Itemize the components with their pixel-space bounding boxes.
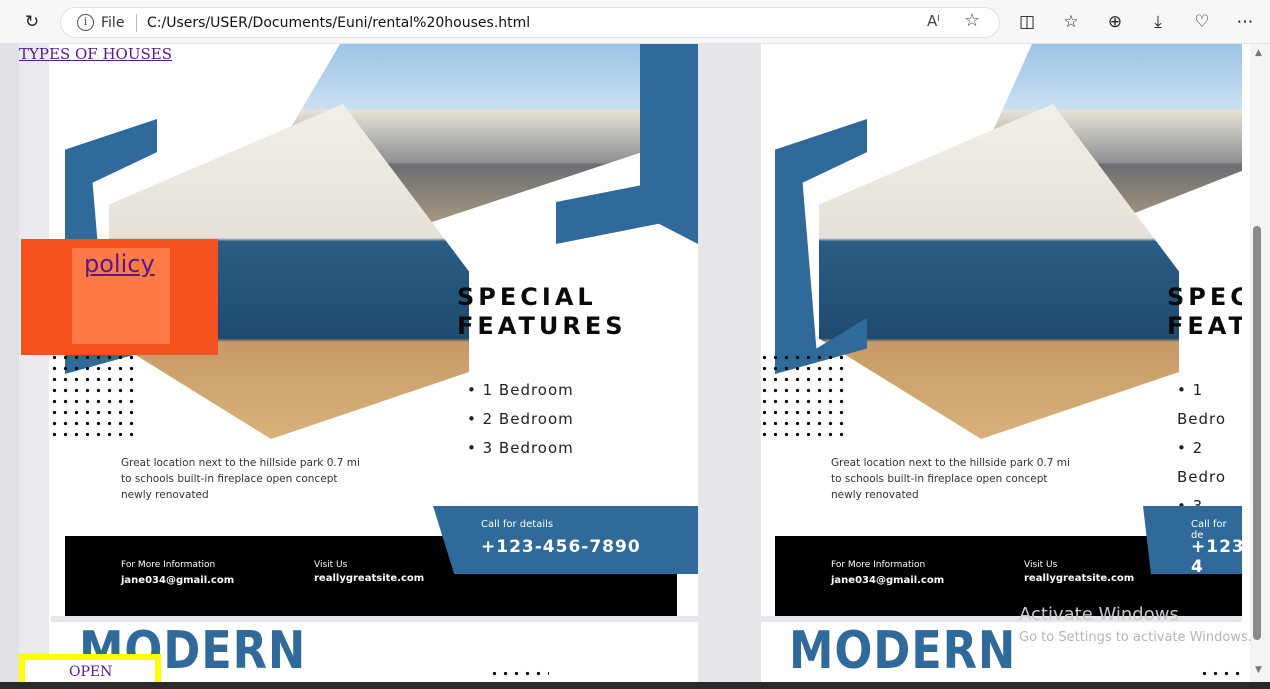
title-line: FEATURES xyxy=(457,312,627,340)
phone-number: +123-4 xyxy=(1191,537,1242,577)
address-bar[interactable]: i File C:/Users/USER/Documents/Euni/rent… xyxy=(60,7,1000,38)
page-left-strip xyxy=(19,44,49,689)
title-line: SPEC xyxy=(1167,283,1242,311)
list-item: • 3 Bedroom xyxy=(467,439,574,457)
split-screen-icon[interactable]: ◫ xyxy=(1013,8,1041,36)
policy-link[interactable]: policy xyxy=(84,250,155,278)
email-text: jane034@gmail.com xyxy=(121,575,235,586)
more-options-icon[interactable]: ⋯ xyxy=(1231,8,1259,36)
activation-watermark-title: Activate Windows xyxy=(1019,604,1179,625)
visit-label: Visit Us xyxy=(314,560,348,570)
url-text[interactable]: C:/Users/USER/Documents/Euni/rental%20ho… xyxy=(147,15,530,31)
dot-pattern xyxy=(51,352,139,440)
info-icon[interactable]: i xyxy=(77,14,94,31)
blue-shape xyxy=(556,174,698,244)
features-list: • 1 Bedroom • 2 Bedroom • 3 Bedroom xyxy=(467,376,574,463)
scrollbar-thumb[interactable] xyxy=(1253,226,1261,640)
list-item: • 2 Bedro xyxy=(1177,439,1227,486)
collections-icon[interactable]: ⊕ xyxy=(1101,8,1129,36)
features-title: SPEC FEATU xyxy=(1167,283,1242,341)
list-item: • 1 Bedroom xyxy=(467,381,574,399)
scroll-down-icon[interactable]: ▼ xyxy=(1255,665,1262,675)
read-aloud-icon[interactable]: Aˡ xyxy=(927,12,940,30)
description: Great location next to the hillside park… xyxy=(121,457,360,501)
page-body: SPECIAL FEATURES • 1 Bedroom • 2 Bedroom… xyxy=(19,44,1250,689)
flyer-image-left: SPECIAL FEATURES • 1 Bedroom • 2 Bedroom… xyxy=(51,44,698,689)
address-divider xyxy=(136,14,137,32)
features-title: SPECIAL FEATURES xyxy=(457,283,627,341)
types-of-houses-link[interactable]: TYPES OF HOUSES xyxy=(19,45,172,63)
favorites-icon[interactable]: ☆ xyxy=(1057,8,1085,36)
list-item: • 2 Bedroom xyxy=(467,410,574,428)
dot-pattern xyxy=(1199,668,1242,679)
email-text: jane034@gmail.com xyxy=(831,575,945,586)
call-label: Call for details xyxy=(481,519,554,530)
site-text: reallygreatsite.com xyxy=(314,573,425,584)
info-label: For More Information xyxy=(831,560,926,570)
scroll-up-icon[interactable]: ▲ xyxy=(1255,48,1262,58)
browser-toolbar: ↻ i File C:/Users/USER/Documents/Euni/re… xyxy=(0,0,1270,44)
page-viewport: SPECIAL FEATURES • 1 Bedroom • 2 Bedroom… xyxy=(0,44,1270,689)
dot-pattern xyxy=(489,668,549,679)
title-line: FEATU xyxy=(1167,312,1242,340)
phone-number: +123-456-7890 xyxy=(481,537,641,557)
favorite-star-icon[interactable]: ☆ xyxy=(964,10,980,31)
dot-pattern xyxy=(761,352,849,440)
description: Great location next to the hillside park… xyxy=(831,457,1070,501)
activation-watermark-text: Go to Settings to activate Windows. xyxy=(1019,630,1252,645)
flyer-gap xyxy=(698,44,761,689)
info-label: For More Information xyxy=(121,560,216,570)
browser-essentials-icon[interactable]: ♡ xyxy=(1188,8,1216,36)
file-label: File xyxy=(101,15,125,31)
site-text: reallygreatsite.com xyxy=(1024,573,1135,584)
refresh-icon[interactable]: ↻ xyxy=(18,8,46,36)
open-link[interactable]: OPEN xyxy=(69,664,112,680)
downloads-icon[interactable]: ⤓ xyxy=(1144,8,1172,36)
modern-heading: MODERN xyxy=(789,621,1017,681)
title-line: SPECIAL xyxy=(457,283,597,311)
visit-label: Visit Us xyxy=(1024,560,1058,570)
vertical-scrollbar[interactable]: ▲ ▼ xyxy=(1250,44,1270,689)
taskbar xyxy=(0,682,1270,689)
list-item: • 1 Bedro xyxy=(1177,381,1227,428)
flyer-image-right: SPEC FEATU • 1 Bedro • 2 Bedro • 3 Bedro… xyxy=(761,44,1242,689)
